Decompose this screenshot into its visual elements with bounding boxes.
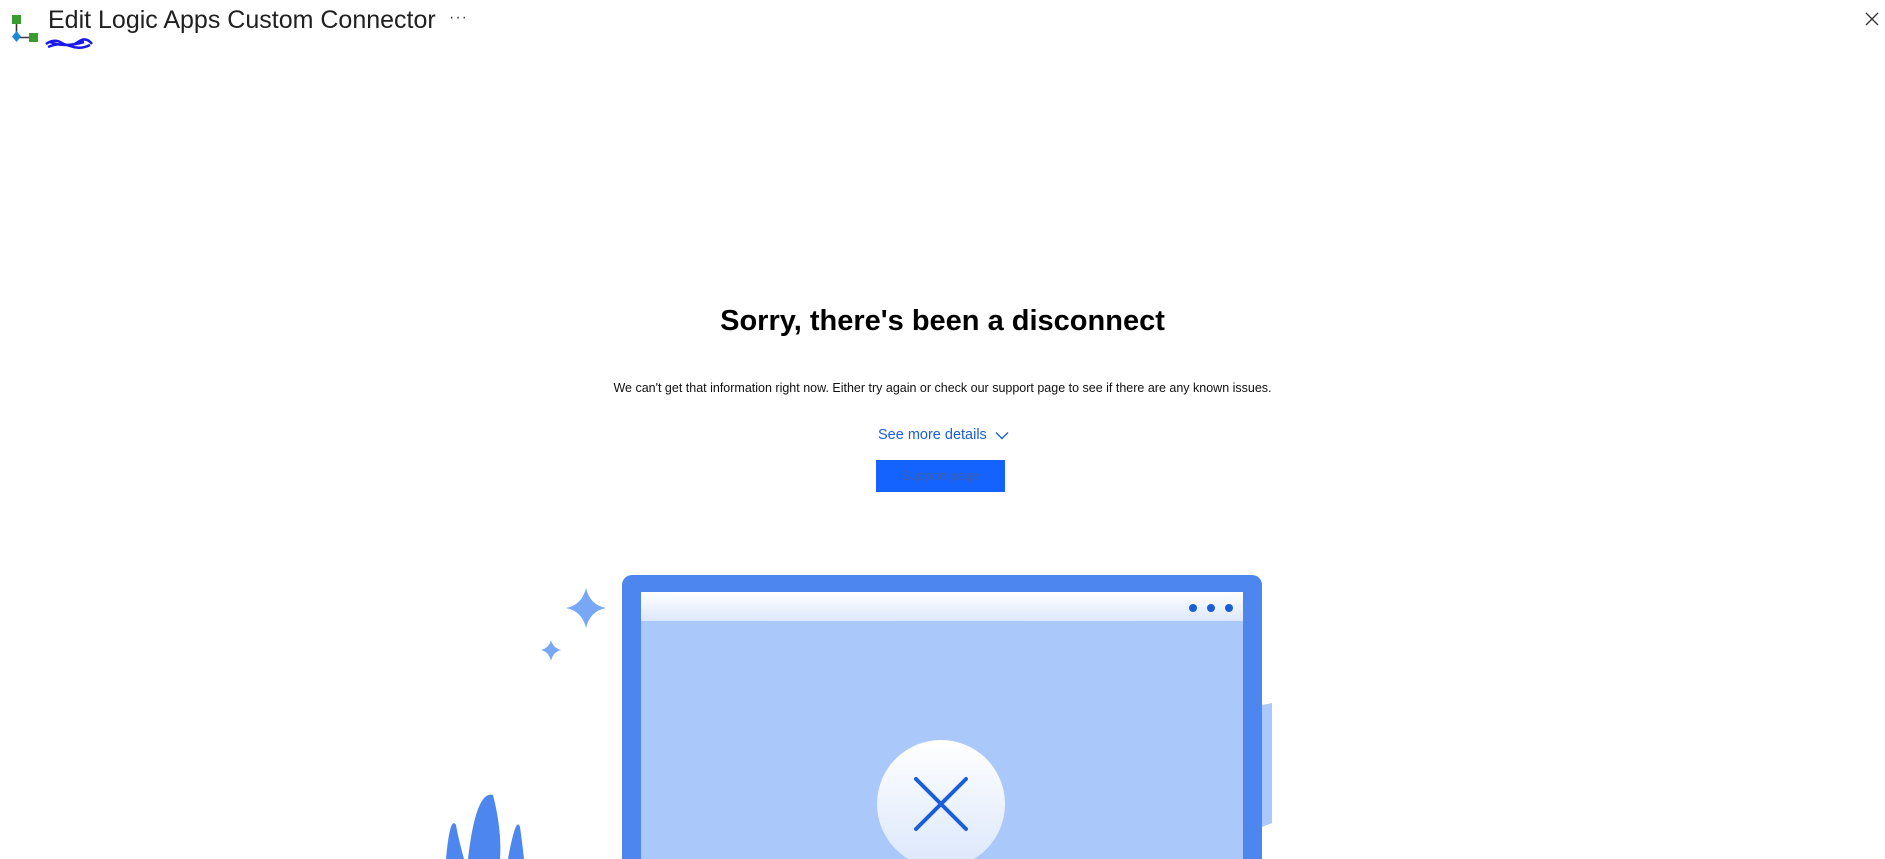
error-description: We can't get that information right now.… — [613, 381, 1272, 395]
window-dot-icon — [1207, 604, 1215, 612]
close-icon[interactable] — [1864, 11, 1880, 27]
sparkle-large-icon — [566, 588, 606, 628]
blade-header: Edit Logic Apps Custom Connector ··· — [0, 0, 1885, 60]
redacted-subtitle — [45, 38, 93, 49]
window-dot-icon — [1225, 604, 1233, 612]
sparkle-small-icon — [541, 640, 561, 661]
see-more-details-link[interactable]: See more details — [878, 427, 1009, 443]
window-dot-icon — [1189, 604, 1197, 612]
plant-leaves-icon — [446, 794, 524, 859]
chevron-down-icon — [995, 431, 1009, 440]
blade-title: Edit Logic Apps Custom Connector — [48, 6, 436, 34]
see-more-details-label: See more details — [878, 427, 987, 443]
error-title: Sorry, there's been a disconnect — [720, 305, 1165, 337]
support-page-button[interactable]: Support page — [876, 460, 1005, 492]
logic-app-connector-icon — [12, 15, 38, 42]
disconnect-illustration — [446, 575, 1272, 859]
more-options-button[interactable]: ··· — [449, 9, 468, 27]
